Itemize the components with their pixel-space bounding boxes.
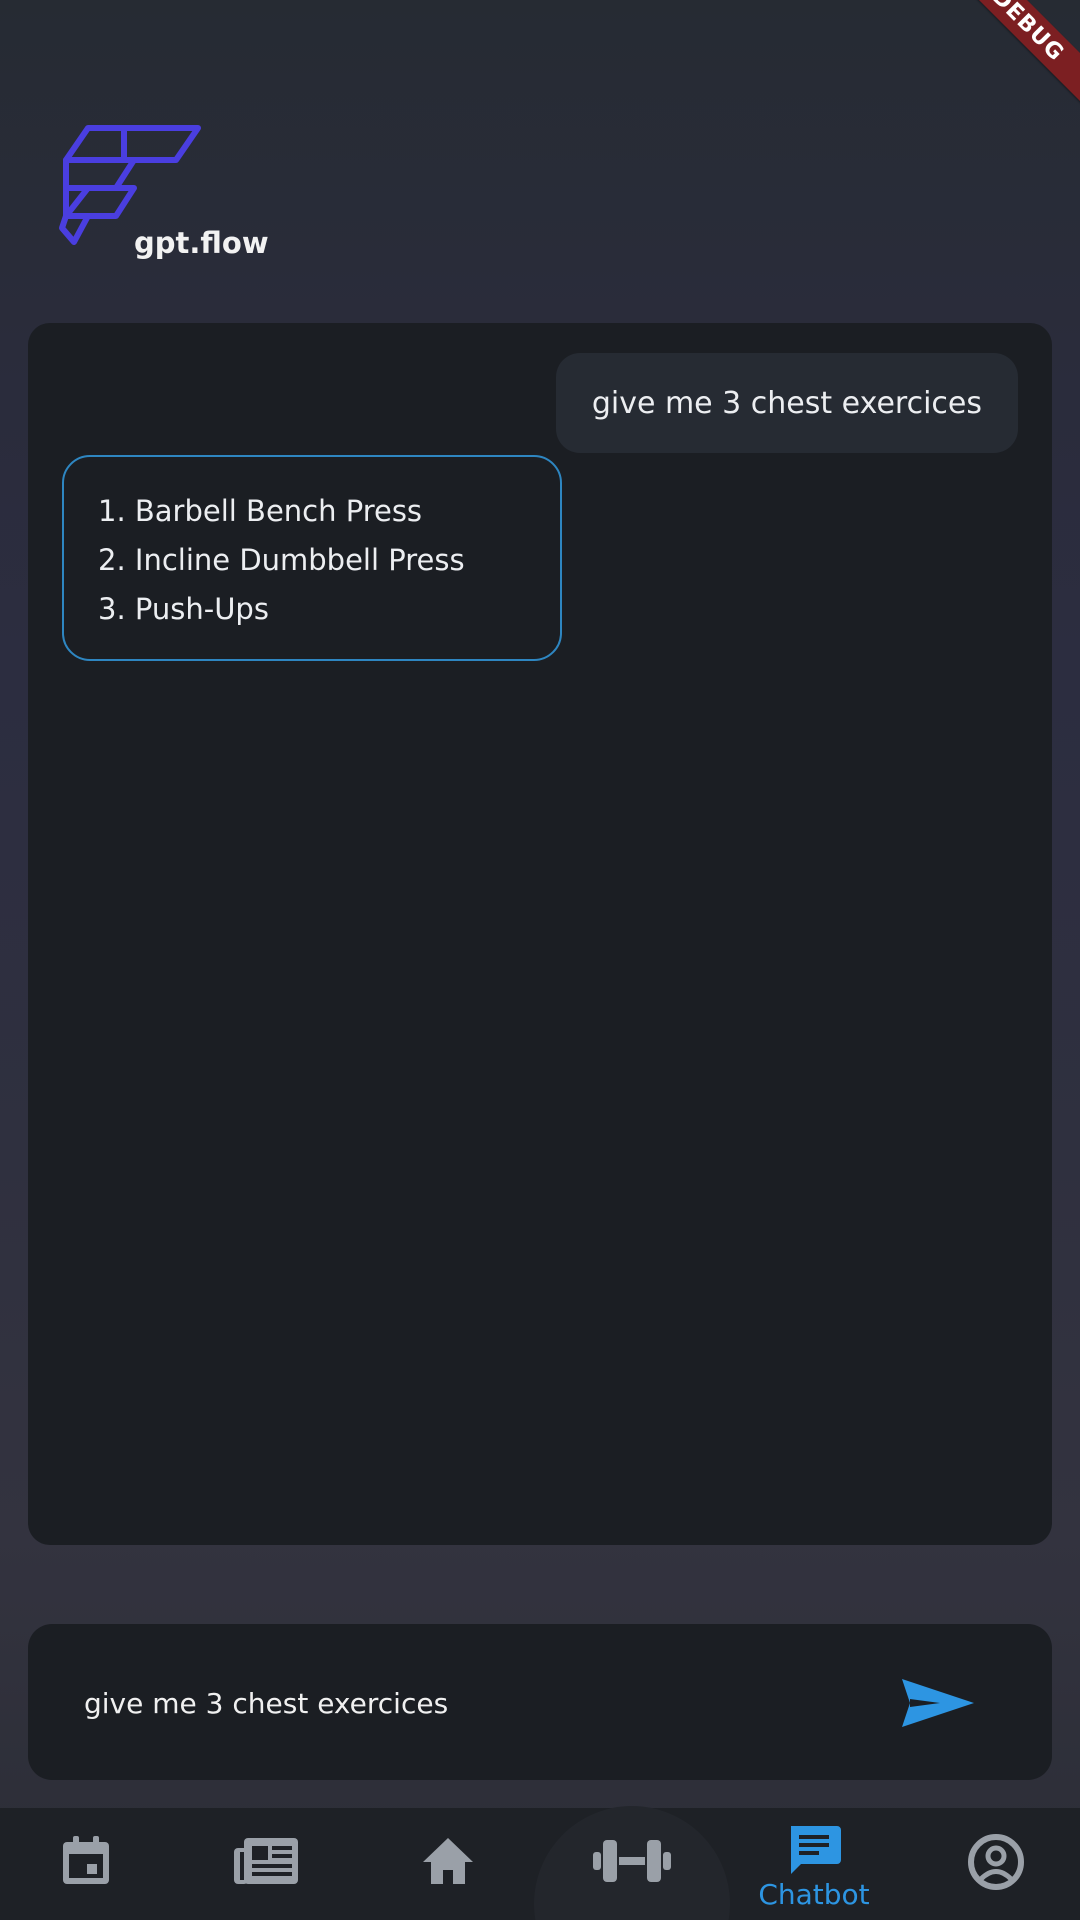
bot-message-line: 2. Incline Dumbbell Press [98,543,465,577]
nav-item-profile[interactable] [936,1808,1056,1920]
calendar-icon [63,1836,109,1884]
message-input[interactable] [82,1672,846,1734]
nav-item-home[interactable] [388,1808,508,1920]
chat-panel[interactable]: give me 3 chest exercices 1. Barbell Ben… [28,323,1052,1545]
send-icon [902,1679,974,1727]
nav-item-news[interactable] [206,1808,326,1920]
home-icon [423,1838,473,1884]
user-message-text: give me 3 chest exercices [591,385,982,421]
bot-message-line: 3. Push-Ups [98,592,269,626]
send-button[interactable] [898,1668,978,1738]
dumbbell-icon [593,1840,671,1882]
bot-message-line: 1. Barbell Bench Press [98,494,423,528]
app-screen: DEBUG gpt.flow give me 3 chest exercices… [0,0,1080,1920]
brand-name: gpt.flow [134,226,269,260]
nav-item-chatbot[interactable]: Chatbot [754,1808,874,1920]
debug-banner-label: DEBUG [986,0,1070,67]
debug-banner: DEBUG [938,0,1080,115]
chat-icon [791,1826,841,1874]
message-input-bar [28,1624,1052,1780]
newspaper-icon [234,1838,298,1884]
user-message-bubble: give me 3 chest exercices [555,353,1018,453]
nav-item-chatbot-label: Chatbot [758,1878,870,1911]
bot-message-bubble: 1. Barbell Bench Press 2. Incline Dumbbe… [62,455,562,661]
account-icon [968,1834,1024,1890]
nav-item-calendar[interactable] [26,1808,146,1920]
nav-item-workout[interactable] [572,1808,692,1920]
